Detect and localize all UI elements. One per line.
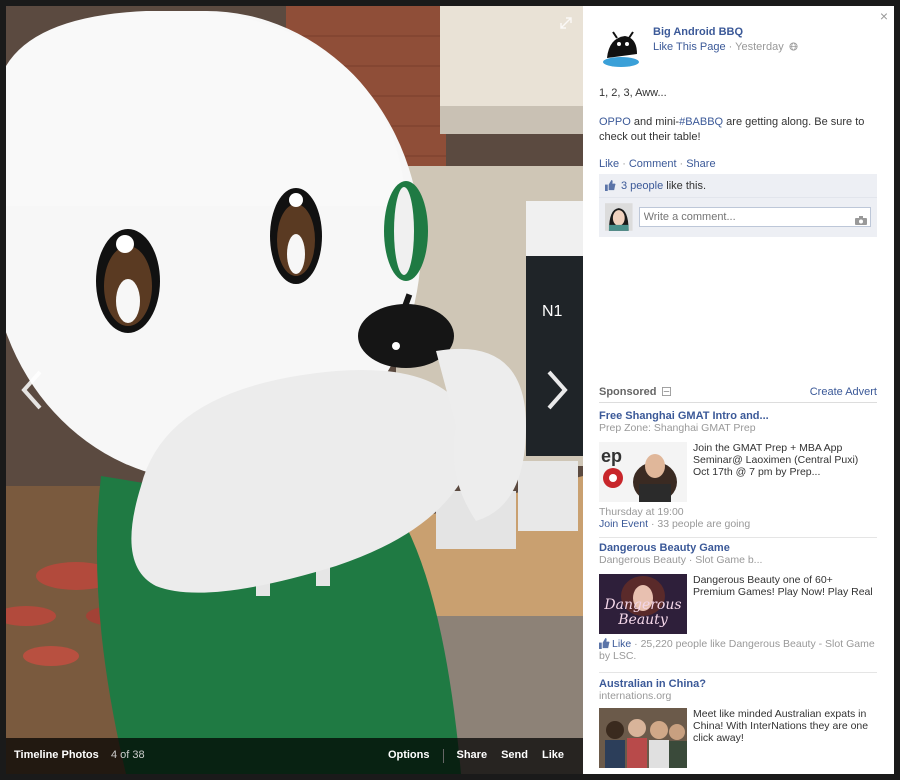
album-name[interactable]: Timeline Photos <box>14 749 99 761</box>
ad-title[interactable]: Dangerous Beauty Game <box>599 542 877 554</box>
post-timestamp[interactable]: Yesterday <box>735 41 784 53</box>
ad-footer: Like · 25,220 people like Dangerous Beau… <box>599 638 877 662</box>
like-button[interactable]: Like <box>535 749 571 763</box>
ad-item[interactable]: Australian in China? internations.org Me… <box>599 678 877 768</box>
like-ad-link[interactable]: Like <box>612 638 631 650</box>
ad-event-time: Thursday at 19:00 <box>599 506 684 518</box>
close-icon[interactable]: × <box>880 8 888 24</box>
photo-actions: Options Share Send Like <box>381 749 571 763</box>
ad-divider <box>599 672 877 673</box>
photo-toolbar: Timeline Photos 4 of 38 Options Share Se… <box>6 738 583 774</box>
next-photo-arrow-icon[interactable] <box>541 368 571 412</box>
ad-image[interactable] <box>599 708 687 768</box>
options-button[interactable]: Options <box>381 749 437 763</box>
photo-viewer: N1 Timeline Photos 4 of 38 Options Share… <box>6 6 894 774</box>
hashtag-link[interactable]: #BABBQ <box>679 116 723 128</box>
sponsored-section: Sponsored Create Advert Free Shanghai GM… <box>599 386 877 768</box>
post-message: 1, 2, 3, Aww... OPPO and mini-#BABBQ are… <box>599 86 879 159</box>
ad-domain: internations.org <box>599 690 672 702</box>
photo-counter: 4 of 38 <box>111 749 145 761</box>
comment-row <box>599 198 877 237</box>
ad-title[interactable]: Australian in China? <box>599 678 877 690</box>
ad-item[interactable]: Dangerous Beauty Game Dangerous Beauty ·… <box>599 542 877 662</box>
ad-footer: Thursday at 19:00 Join Event · 33 people… <box>599 506 877 530</box>
sponsored-header: Sponsored Create Advert <box>599 386 877 403</box>
ad-item[interactable]: Free Shanghai GMAT Intro and... Prep Zon… <box>599 410 877 530</box>
ad-event-going: · 33 people are going <box>648 518 751 530</box>
post-meta: Like This Page · Yesterday <box>653 41 798 53</box>
ad-image-caption: Dangerous Beauty <box>604 597 682 628</box>
ad-like-count: · 25,220 people like Dangerous Beauty - … <box>599 638 875 662</box>
comment-input[interactable] <box>638 207 871 227</box>
photo: N1 <box>6 6 583 774</box>
comment-link[interactable]: Comment <box>629 158 677 170</box>
ad-domain: Prep Zone: Shanghai GMAT Prep <box>599 422 756 434</box>
page-name-link[interactable]: Big Android BBQ <box>653 26 743 38</box>
sponsored-label: Sponsored <box>599 386 671 398</box>
current-user-avatar <box>605 203 633 231</box>
like-page-link[interactable]: Like This Page <box>653 41 726 53</box>
mention-link[interactable]: OPPO <box>599 116 631 128</box>
previous-photo-arrow-icon[interactable] <box>18 368 48 412</box>
svg-text:N1: N1 <box>542 303 563 320</box>
camera-icon[interactable] <box>855 216 867 225</box>
post-actions: Like · Comment · Share <box>599 158 716 170</box>
send-button[interactable]: Send <box>494 749 535 763</box>
action-dot: · <box>622 158 626 170</box>
ad-title[interactable]: Free Shanghai GMAT Intro and... <box>599 410 877 422</box>
ad-event-line: Join Event · 33 people are going <box>599 518 877 530</box>
share-button[interactable]: Share <box>450 749 495 763</box>
svg-text:ep: ep <box>601 446 622 466</box>
ad-image[interactable]: Dangerous Beauty <box>599 574 687 634</box>
globe-icon <box>789 42 798 51</box>
thumbs-up-icon <box>599 638 610 649</box>
post-line-1: 1, 2, 3, Aww... <box>599 87 667 99</box>
ad-domain: Dangerous Beauty · Slot Game b... <box>599 554 763 566</box>
photo-details-panel: × Big Android BBQ Like This Page · Yeste… <box>583 6 894 774</box>
ad-body: Dangerous Beauty one of 60+ Premium Game… <box>693 574 873 598</box>
likes-summary: 3 people like this. <box>599 174 877 198</box>
likers-link[interactable]: 3 people <box>621 180 663 192</box>
sponsored-label-text: Sponsored <box>599 386 657 398</box>
ad-image[interactable]: ep <box>599 442 687 502</box>
photo-stage[interactable]: N1 Timeline Photos 4 of 38 Options Share… <box>6 6 583 774</box>
ad-body: Meet like minded Australian expats in Ch… <box>693 708 869 744</box>
feedback-box: 3 people like this. <box>599 174 877 237</box>
like-post-link[interactable]: Like <box>599 158 619 170</box>
fullscreen-icon[interactable] <box>559 16 573 30</box>
likes-suffix: like this. <box>663 180 707 192</box>
post-line-2: OPPO and mini-#BABBQ are getting along. … <box>599 115 879 145</box>
page-avatar[interactable] <box>599 24 643 68</box>
action-dot: · <box>679 158 684 170</box>
thumbs-up-icon <box>605 180 616 191</box>
ad-divider <box>599 537 877 538</box>
share-link[interactable]: Share <box>686 158 715 170</box>
post-text-mid: and mini- <box>630 116 680 128</box>
toolbar-divider <box>442 749 444 763</box>
join-event-link[interactable]: Join Event <box>599 518 648 530</box>
ad-body: Join the GMAT Prep + MBA App Seminar@ La… <box>693 442 859 478</box>
create-advert-link[interactable]: Create Advert <box>810 386 877 398</box>
info-icon[interactable] <box>661 387 671 396</box>
